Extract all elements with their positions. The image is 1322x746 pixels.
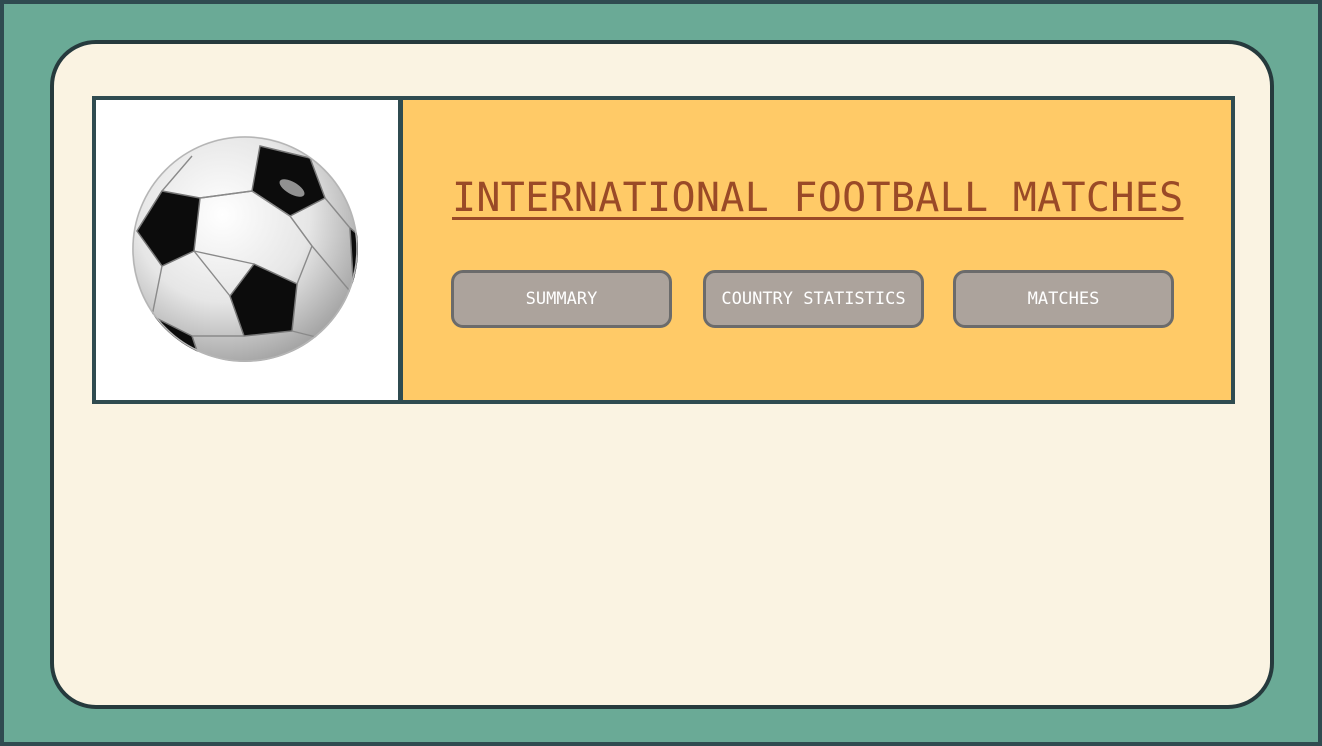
matches-button[interactable]: MATCHES <box>953 270 1174 328</box>
summary-button[interactable]: SUMMARY <box>451 270 672 328</box>
logo-panel <box>96 100 403 400</box>
country-statistics-button[interactable]: COUNTRY STATISTICS <box>703 270 924 328</box>
page-title-link[interactable]: INTERNATIONAL FOOTBALL MATCHES <box>452 175 1183 221</box>
soccer-ball-icon <box>132 136 358 362</box>
header-banner: INTERNATIONAL FOOTBALL MATCHES SUMMARY C… <box>92 96 1235 404</box>
